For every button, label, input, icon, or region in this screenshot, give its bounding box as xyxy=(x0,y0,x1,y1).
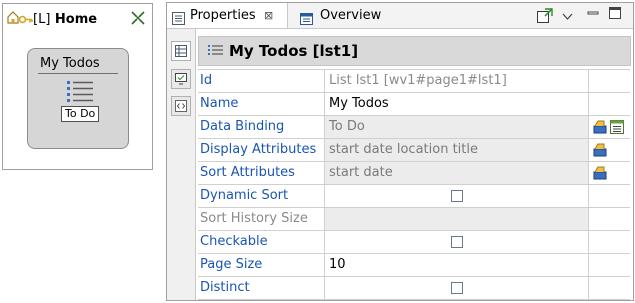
monitor-icon xyxy=(175,73,187,88)
list-binding-badge: To Do xyxy=(61,106,100,122)
checkable-checkbox[interactable] xyxy=(451,236,463,248)
page-type-prefix: [L] xyxy=(33,12,51,27)
property-action-cell xyxy=(589,70,630,92)
property-action-cell xyxy=(589,254,630,276)
page-designer-panel: [L] Home My Todos To Do xyxy=(2,3,153,170)
new-window-icon[interactable] xyxy=(537,8,553,26)
binding-icon[interactable] xyxy=(593,143,607,157)
property-name: Display Attributes xyxy=(198,139,325,161)
page-title-text: Home xyxy=(54,12,98,27)
property-value-id: List lst1 [wv1#page1#lst1] xyxy=(325,70,589,92)
list-widget-divider xyxy=(38,73,118,74)
property-name: Sort History Size xyxy=(198,208,325,230)
header-title: My Todos [lst1] xyxy=(229,42,359,60)
tab-overview[interactable]: Overview xyxy=(295,3,383,28)
property-name: Distinct xyxy=(198,277,325,299)
tab-overview-label: Overview xyxy=(320,8,382,23)
property-row-distinct: Distinct xyxy=(198,277,630,300)
property-row-name: Name My Todos xyxy=(198,93,630,116)
property-name: Sort Attributes xyxy=(198,162,325,184)
property-action-cell xyxy=(589,139,630,161)
property-row-id: Id List lst1 [wv1#page1#lst1] xyxy=(198,70,630,93)
property-action-cell xyxy=(589,116,630,138)
distinct-checkbox[interactable] xyxy=(451,282,463,294)
property-row-page-size: Page Size 10 xyxy=(198,254,630,277)
list-widget-title: My Todos xyxy=(40,56,100,71)
property-row-sort-history-size: Sort History Size xyxy=(198,208,630,231)
properties-view: Properties ⊠ Overview My Todos [lst1] Id… xyxy=(166,2,634,301)
properties-side-tabs xyxy=(167,29,196,300)
code-icon xyxy=(175,100,187,115)
list-icon xyxy=(66,79,94,106)
view-tab-bar: Properties ⊠ Overview xyxy=(167,3,633,29)
property-row-display-attributes: Display Attributes start date location t… xyxy=(198,139,630,162)
side-tab-monitor[interactable] xyxy=(171,69,191,89)
property-action-cell xyxy=(589,93,630,115)
binding-icon[interactable] xyxy=(593,166,607,180)
property-value-display-attributes[interactable]: start date location title xyxy=(325,139,589,161)
overview-tab-icon xyxy=(300,9,313,34)
property-value-sort-attributes[interactable]: start date xyxy=(325,162,589,184)
key-icon xyxy=(18,13,33,27)
property-action-cell xyxy=(589,185,630,207)
dynamic-sort-checkbox[interactable] xyxy=(451,190,463,202)
property-action-cell xyxy=(589,162,630,184)
page-title: [L] Home xyxy=(33,12,97,27)
minimize-icon[interactable] xyxy=(587,7,599,22)
property-name: Id xyxy=(198,70,325,92)
property-name: Page Size xyxy=(198,254,325,276)
list-icon xyxy=(208,44,223,61)
property-row-checkable: Checkable xyxy=(198,231,630,254)
property-name: Dynamic Sort xyxy=(198,185,325,207)
property-name: Checkable xyxy=(198,231,325,253)
property-grid: Id List lst1 [wv1#page1#lst1] Name My To… xyxy=(198,69,630,300)
side-tab-source[interactable] xyxy=(171,96,191,116)
home-icon xyxy=(7,11,19,27)
properties-header: My Todos [lst1] xyxy=(198,36,631,66)
close-icon[interactable]: ⊠ xyxy=(264,3,273,28)
list-widget[interactable]: My Todos To Do xyxy=(27,48,129,149)
collapse-arrows-icon[interactable] xyxy=(131,11,145,28)
list-icon[interactable] xyxy=(610,120,624,134)
property-value-sort-history-size xyxy=(325,208,589,230)
property-action-cell xyxy=(589,231,630,253)
tab-properties-label: Properties xyxy=(190,8,256,23)
property-row-sort-attributes: Sort Attributes start date xyxy=(198,162,630,185)
property-value-distinct xyxy=(325,277,589,299)
property-value-page-size[interactable]: 10 xyxy=(325,254,589,276)
tab-properties[interactable]: Properties ⊠ xyxy=(167,3,288,28)
side-tab-properties[interactable] xyxy=(171,41,191,61)
property-row-dynamic-sort: Dynamic Sort xyxy=(198,185,630,208)
property-action-cell xyxy=(589,277,630,299)
view-menu-icon[interactable] xyxy=(562,10,573,24)
table-icon xyxy=(175,45,187,60)
property-name: Data Binding xyxy=(198,116,325,138)
binding-icon[interactable] xyxy=(593,120,607,134)
property-value-data-binding[interactable]: To Do xyxy=(325,116,589,138)
property-value-checkable xyxy=(325,231,589,253)
property-value-dynamic-sort xyxy=(325,185,589,207)
property-action-cell xyxy=(589,208,630,230)
property-value-name[interactable]: My Todos xyxy=(325,93,589,115)
property-name: Name xyxy=(198,93,325,115)
property-row-data-binding: Data Binding To Do xyxy=(198,116,630,139)
maximize-icon[interactable] xyxy=(609,7,621,22)
